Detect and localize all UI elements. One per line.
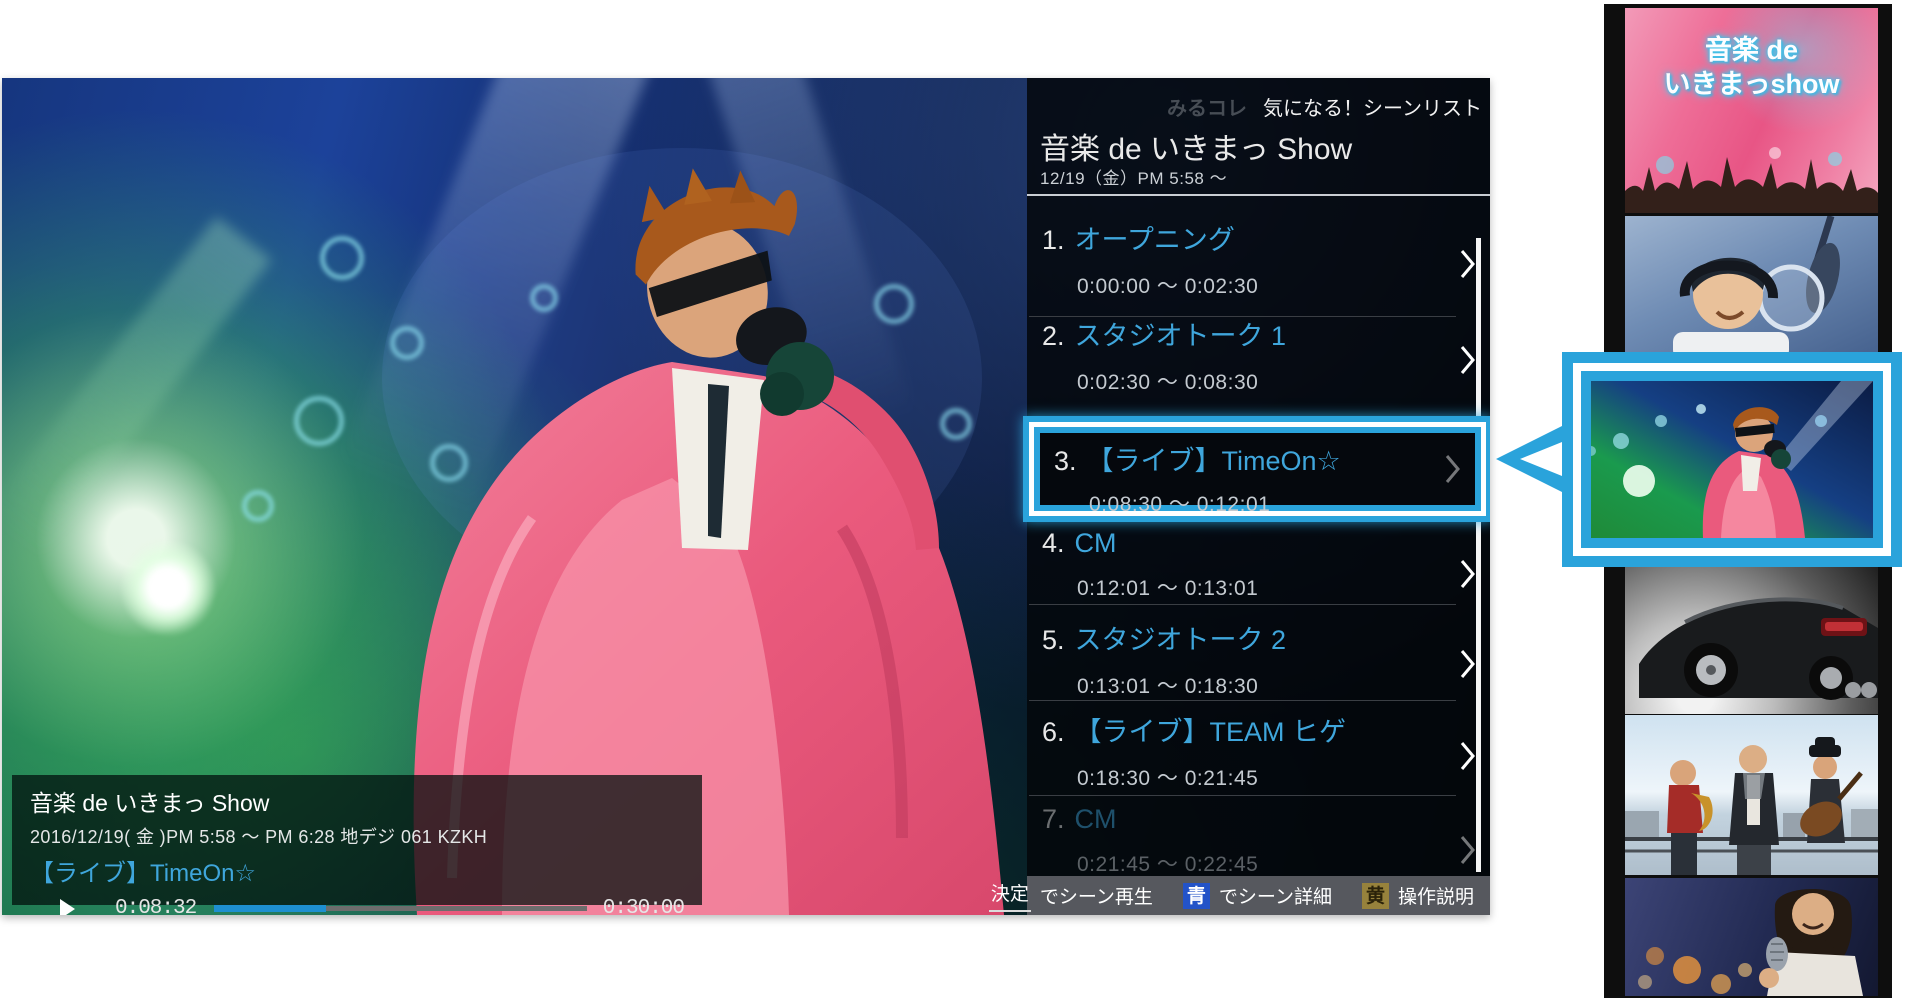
chevron-right-icon bbox=[1445, 454, 1461, 484]
enter-key-hint: 決定 でシーン再生 bbox=[989, 879, 1153, 912]
enter-key-text: でシーン再生 bbox=[1040, 882, 1153, 909]
band-illustration bbox=[1625, 715, 1878, 875]
panel-header: みるコレ気になる！シーンリスト bbox=[1167, 92, 1482, 121]
title-card-line1: 音楽 de bbox=[1625, 34, 1878, 68]
car-illustration bbox=[1625, 566, 1878, 714]
scene-item-4[interactable]: 4. CM 0:12:01 ～ 0:13:01 bbox=[1042, 528, 1444, 620]
chevron-right-icon bbox=[1460, 649, 1476, 679]
scene-item-1[interactable]: 1. オープニング 0:00:00 ～ 0:02:30 bbox=[1042, 218, 1444, 310]
mirucolle-logo: みるコレ bbox=[1167, 98, 1247, 120]
divider bbox=[1029, 700, 1456, 701]
divider bbox=[1029, 604, 1456, 605]
chevron-right-icon bbox=[1460, 741, 1476, 771]
chevron-right-icon bbox=[1460, 559, 1476, 589]
scene-time: 0:18:30 ～ 0:21:45 bbox=[1042, 762, 1444, 792]
crowd-silhouette bbox=[1625, 147, 1878, 213]
scene-time: 0:12:01 ～ 0:13:01 bbox=[1042, 572, 1444, 602]
scene-number: 4. bbox=[1042, 528, 1065, 558]
title-card-line2: いきまっshow bbox=[1625, 68, 1878, 102]
scene-title: オープニング bbox=[1075, 225, 1235, 255]
scene-number: 5. bbox=[1042, 625, 1065, 655]
callout-arrow-icon bbox=[1496, 426, 1566, 492]
scene-title: スタジオトーク 2 bbox=[1075, 625, 1287, 655]
studio-singer-illustration bbox=[1625, 216, 1878, 357]
scene-title: CM bbox=[1075, 528, 1117, 558]
scene-time: 0:13:01 ～ 0:18:30 bbox=[1042, 670, 1444, 700]
scene-title: 【ライブ】TEAM ヒゲ bbox=[1075, 717, 1347, 747]
divider bbox=[1029, 795, 1456, 796]
bearded-singer-illustration bbox=[1625, 878, 1878, 996]
stage-mini-illustration bbox=[1591, 381, 1873, 538]
chevron-right-icon bbox=[1460, 249, 1476, 279]
now-playing-scene: 【ライブ】TimeOn☆ bbox=[30, 853, 684, 888]
scene-time: 0:00:00 ～ 0:02:30 bbox=[1042, 270, 1444, 300]
blue-key-hint: 青 でシーン詳細 bbox=[1183, 882, 1332, 909]
blue-key-text: でシーン詳細 bbox=[1219, 882, 1332, 909]
scrollbar[interactable] bbox=[1476, 238, 1481, 872]
scene-time: 0:08:30 ～ 0:12:01 bbox=[1054, 488, 1475, 518]
enter-key-label: 決定 bbox=[989, 879, 1031, 912]
progress-bar bbox=[214, 906, 587, 911]
scene-title: スタジオトーク 1 bbox=[1075, 321, 1287, 351]
yellow-key-badge: 黄 bbox=[1362, 883, 1389, 909]
scene-number: 2. bbox=[1042, 321, 1065, 351]
progress-fill bbox=[214, 905, 326, 912]
now-playing-overlay: 音楽 de いきまっ Show 2016/12/19( 金 )PM 5:58 ～… bbox=[12, 775, 702, 905]
play-icon bbox=[60, 899, 75, 916]
elapsed-time: 0:08:32 bbox=[115, 897, 196, 915]
scene-item-6[interactable]: 6. 【ライブ】TEAM ヒゲ 0:18:30 ～ 0:21:45 bbox=[1042, 710, 1444, 802]
scene-time: 0:21:45 ～ 0:22:45 bbox=[1042, 848, 1444, 878]
key-hint-bar: 決定 でシーン再生 青 でシーン詳細 黄 操作説明 bbox=[1027, 876, 1490, 915]
scene-number: 3. bbox=[1054, 446, 1077, 476]
title-card-text: 音楽 de いきまっshow bbox=[1625, 34, 1878, 102]
program-schedule: 12/19（金）PM 5:58 ～ bbox=[1040, 164, 1227, 189]
divider bbox=[1027, 194, 1490, 196]
scene-list-heading: 気になる！シーンリスト bbox=[1263, 98, 1482, 120]
thumbnail-car bbox=[1625, 566, 1878, 714]
scene-item-2[interactable]: 2. スタジオトーク 1 0:02:30 ～ 0:08:30 bbox=[1042, 314, 1444, 406]
scene-title: 【ライブ】TimeOn☆ bbox=[1087, 446, 1341, 476]
program-title: 音楽 de いきまっ Show bbox=[1040, 124, 1352, 168]
scene-item-5[interactable]: 5. スタジオトーク 2 0:13:01 ～ 0:18:30 bbox=[1042, 618, 1444, 710]
now-playing-title: 音楽 de いきまっ Show bbox=[30, 784, 684, 818]
scene-number: 7. bbox=[1042, 804, 1065, 834]
scene-item-3-selected[interactable]: 3. 【ライブ】TimeOn☆ 0:08:30 ～ 0:12:01 bbox=[1023, 416, 1490, 522]
blue-key-badge: 青 bbox=[1183, 883, 1210, 909]
selected-thumbnail-image bbox=[1581, 371, 1883, 548]
chevron-right-icon bbox=[1460, 835, 1476, 865]
scene-number: 1. bbox=[1042, 225, 1065, 255]
selected-thumbnail-callout bbox=[1562, 352, 1902, 567]
scene-list-panel: みるコレ気になる！シーンリスト 音楽 de いきまっ Show 12/19（金）… bbox=[1027, 78, 1490, 915]
thumbnail-studio-singer bbox=[1625, 216, 1878, 357]
total-duration: 0:30:00 bbox=[603, 897, 684, 915]
thumbnail-bearded-singer bbox=[1625, 878, 1878, 996]
thumbnail-rooftop-band bbox=[1625, 715, 1878, 875]
tv-screen: 音楽 de いきまっ Show 2016/12/19( 金 )PM 5:58 ～… bbox=[2, 78, 1490, 915]
yellow-key-hint: 黄 操作説明 bbox=[1362, 882, 1474, 909]
chevron-right-icon bbox=[1460, 345, 1476, 375]
progress-row: 0:08:32 0:30:00 bbox=[30, 897, 684, 915]
now-playing-info: 2016/12/19( 金 )PM 5:58 ～ PM 6:28 地デジ 061… bbox=[30, 823, 684, 849]
scene-time: 0:02:30 ～ 0:08:30 bbox=[1042, 366, 1444, 396]
scene-title: CM bbox=[1075, 804, 1117, 834]
yellow-key-text: 操作説明 bbox=[1398, 882, 1474, 909]
thumbnail-title-card: 音楽 de いきまっshow bbox=[1625, 8, 1878, 213]
scene-number: 6. bbox=[1042, 717, 1065, 747]
